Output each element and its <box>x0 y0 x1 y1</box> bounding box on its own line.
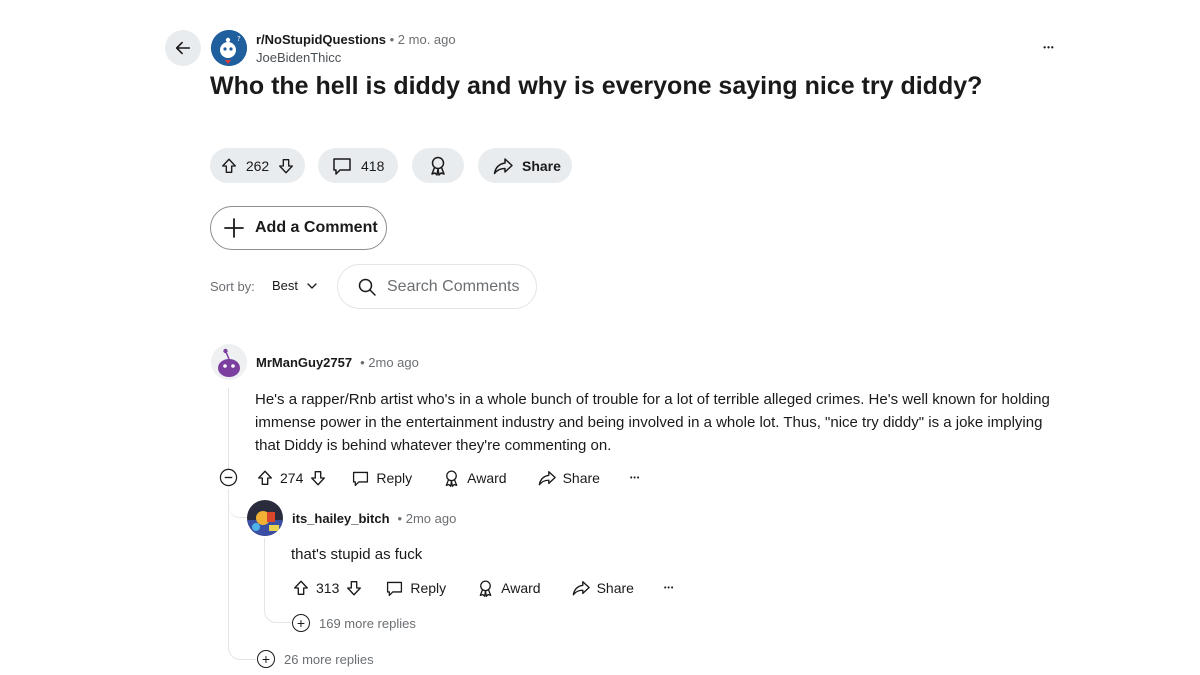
reply-vote: 313 <box>292 579 363 597</box>
share-label: Share <box>522 157 561 174</box>
comment-header: MrManGuy2757 • 2mo ago <box>256 355 419 370</box>
share-icon <box>492 156 514 176</box>
upvote-icon[interactable] <box>256 469 274 487</box>
comment-vote: 274 <box>256 469 327 487</box>
reply-label: Reply <box>410 580 447 596</box>
sort-label: Sort by: <box>210 279 255 294</box>
award-button[interactable]: Award <box>442 469 507 488</box>
avatar[interactable] <box>211 344 247 380</box>
subreddit-avatar[interactable]: ? <box>211 30 247 66</box>
share-icon <box>537 469 557 487</box>
post-author[interactable]: JoeBidenThicc <box>256 50 341 65</box>
reply-time: • 2mo ago <box>397 511 457 526</box>
more-replies-label: 169 more replies <box>319 615 416 631</box>
search-placeholder: Search Comments <box>387 277 520 295</box>
comment-icon <box>331 155 353 177</box>
reply-button[interactable]: Reply <box>351 469 412 488</box>
more-options-button[interactable]: ••• <box>630 475 640 482</box>
comment-username[interactable]: MrManGuy2757 <box>256 355 352 370</box>
comment-actions: 274 Reply Award Share ••• <box>256 467 640 489</box>
post-award-button[interactable] <box>412 148 464 183</box>
post-share-button[interactable]: Share <box>478 148 572 183</box>
award-icon <box>427 155 449 177</box>
more-dots-icon: ••• <box>629 474 641 482</box>
avatar[interactable] <box>247 500 283 536</box>
thread-elbow-reply-more <box>264 594 292 623</box>
post-vote-pill: 262 <box>210 148 305 183</box>
share-button[interactable]: Share <box>537 469 600 487</box>
svg-text:?: ? <box>237 35 241 43</box>
post-more-options-button[interactable]: ••• <box>1036 38 1062 58</box>
award-icon <box>476 579 495 598</box>
more-replies-label: 26 more replies <box>284 651 374 667</box>
downvote-icon[interactable] <box>345 579 363 597</box>
plus-icon <box>223 217 245 239</box>
downvote-icon[interactable] <box>277 157 295 175</box>
award-button[interactable]: Award <box>476 579 541 598</box>
thread-line-main-lower[interactable] <box>228 489 229 649</box>
reply-vote-count: 313 <box>316 580 340 596</box>
more-dots-icon: ••• <box>663 584 675 592</box>
post-time: • 2 mo. ago <box>389 32 456 47</box>
reply-body: that's stupid as fuck <box>291 546 423 563</box>
plus-circle-icon: + <box>257 650 275 668</box>
reply-actions: 313 Reply Award Share ••• <box>292 577 674 599</box>
downvote-icon[interactable] <box>309 469 327 487</box>
post-comments-button[interactable]: 418 <box>318 148 398 183</box>
post-title: Who the hell is diddy and why is everyon… <box>210 72 983 100</box>
award-label: Award <box>467 470 507 486</box>
reply-header: its_hailey_bitch • 2mo ago <box>292 511 456 526</box>
post-meta: r/NoStupidQuestions • 2 mo. ago <box>256 32 456 47</box>
comment-vote-count: 274 <box>280 470 304 486</box>
share-label: Share <box>562 470 600 486</box>
subreddit-name[interactable]: r/NoStupidQuestions <box>256 32 386 47</box>
comment-time: • 2mo ago <box>360 355 419 370</box>
share-label: Share <box>596 580 634 596</box>
reply-button[interactable]: Reply <box>385 579 446 598</box>
search-icon <box>357 277 377 297</box>
comment-icon <box>385 579 404 598</box>
comment-body: He's a rapper/Rnb artist who's in a whol… <box>255 391 1050 454</box>
collapse-button[interactable] <box>219 468 238 487</box>
award-label: Award <box>501 580 541 596</box>
upvote-icon[interactable] <box>292 579 310 597</box>
back-arrow-icon <box>174 39 192 57</box>
thread-line-main[interactable] <box>228 388 229 469</box>
add-comment-button[interactable]: Add a Comment <box>210 206 387 250</box>
reply-label: Reply <box>376 470 413 486</box>
share-icon <box>571 579 591 597</box>
comment-icon <box>351 469 370 488</box>
post-comment-count: 418 <box>361 157 385 174</box>
post-vote-count: 262 <box>245 157 270 174</box>
more-dots-icon: ••• <box>1043 43 1055 52</box>
thread-elbow-main <box>228 630 256 660</box>
collapse-icon <box>219 468 238 487</box>
add-comment-label: Add a Comment <box>255 219 378 236</box>
more-replies-link-reply[interactable]: + 169 more replies <box>292 614 416 632</box>
plus-circle-icon: + <box>292 614 310 632</box>
back-button[interactable] <box>165 30 201 66</box>
more-options-button[interactable]: ••• <box>664 585 674 592</box>
upvote-icon[interactable] <box>220 157 238 175</box>
award-icon <box>442 469 461 488</box>
sort-dropdown[interactable]: Best <box>272 278 318 293</box>
search-comments-input[interactable]: Search Comments <box>337 264 537 309</box>
sort-value: Best <box>272 278 299 293</box>
share-button[interactable]: Share <box>571 579 634 597</box>
reply-username[interactable]: its_hailey_bitch <box>292 511 390 526</box>
chevron-down-icon <box>306 280 318 292</box>
more-replies-link-main[interactable]: + 26 more replies <box>257 650 374 668</box>
